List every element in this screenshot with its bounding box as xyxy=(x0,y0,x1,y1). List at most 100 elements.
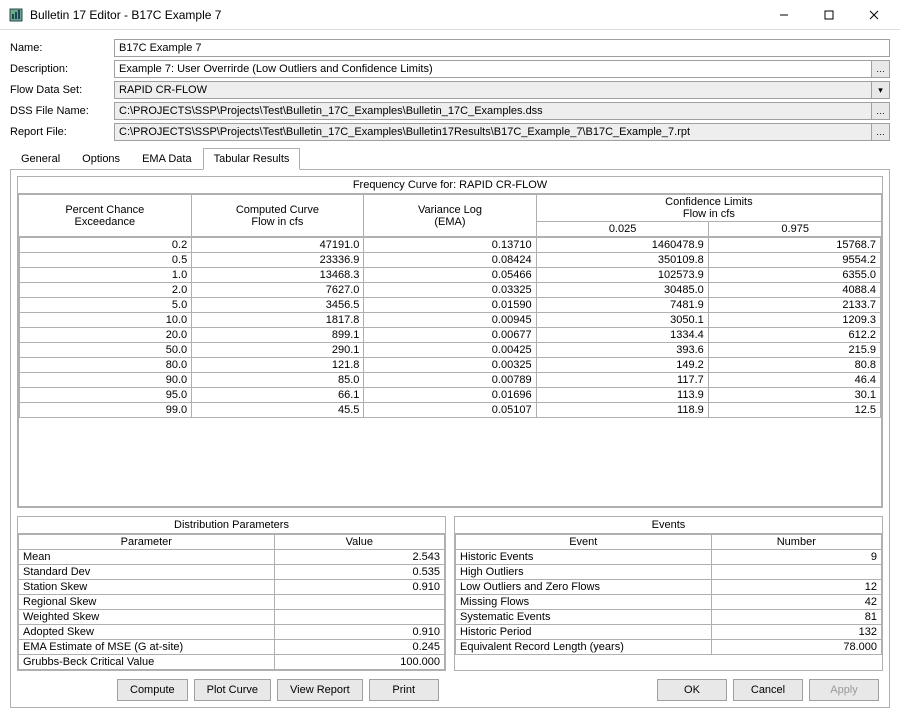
table-cell: 5.0 xyxy=(20,298,192,313)
col-number: Number xyxy=(711,535,881,550)
table-cell: 132 xyxy=(711,625,881,640)
table-cell: 46.4 xyxy=(708,373,880,388)
table-cell: 12.5 xyxy=(708,403,880,418)
table-cell: 0.00677 xyxy=(364,328,536,343)
distribution-title: Distribution Parameters xyxy=(18,517,445,534)
tab-ema-data[interactable]: EMA Data xyxy=(131,148,203,170)
frequency-title: Frequency Curve for: RAPID CR-FLOW xyxy=(18,177,882,194)
description-input[interactable] xyxy=(114,60,872,78)
table-cell: EMA Estimate of MSE (G at-site) xyxy=(19,640,275,655)
close-button[interactable] xyxy=(851,1,896,29)
frequency-section: Frequency Curve for: RAPID CR-FLOW Perce… xyxy=(17,176,883,508)
name-label: Name: xyxy=(10,42,114,54)
table-row[interactable]: Regional Skew xyxy=(19,595,445,610)
table-cell: 47191.0 xyxy=(192,238,364,253)
table-row[interactable]: 95.066.10.01696113.930.1 xyxy=(20,388,881,403)
name-input[interactable] xyxy=(114,39,890,57)
table-cell: Station Skew xyxy=(19,580,275,595)
print-button[interactable]: Print xyxy=(369,679,439,701)
table-row[interactable]: Standard Dev0.535 xyxy=(19,565,445,580)
table-row[interactable]: Systematic Events81 xyxy=(456,610,882,625)
maximize-button[interactable] xyxy=(806,1,851,29)
plot-curve-button[interactable]: Plot Curve xyxy=(194,679,271,701)
distribution-section: Distribution Parameters Parameter Value … xyxy=(17,516,446,671)
table-cell: Systematic Events xyxy=(456,610,712,625)
table-cell: Grubbs-Beck Critical Value xyxy=(19,655,275,670)
col-parameter: Parameter xyxy=(19,535,275,550)
table-row[interactable]: Grubbs-Beck Critical Value100.000 xyxy=(19,655,445,670)
reportfile-input[interactable] xyxy=(114,123,872,141)
table-row[interactable]: 0.247191.00.137101460478.915768.7 xyxy=(20,238,881,253)
table-cell: 80.8 xyxy=(708,358,880,373)
table-row[interactable]: Low Outliers and Zero Flows12 xyxy=(456,580,882,595)
table-row[interactable]: Mean2.543 xyxy=(19,550,445,565)
view-report-button[interactable]: View Report xyxy=(277,679,363,701)
table-row[interactable]: 20.0899.10.006771334.4612.2 xyxy=(20,328,881,343)
table-cell: 0.05466 xyxy=(364,268,536,283)
table-cell: 2.543 xyxy=(274,550,444,565)
table-row[interactable]: Historic Events9 xyxy=(456,550,882,565)
table-cell: 30.1 xyxy=(708,388,880,403)
table-row[interactable]: Equivalent Record Length (years)78.000 xyxy=(456,640,882,655)
table-row[interactable]: 0.523336.90.08424350109.89554.2 xyxy=(20,253,881,268)
table-cell: 45.5 xyxy=(192,403,364,418)
table-cell: 0.245 xyxy=(274,640,444,655)
table-row[interactable]: 2.07627.00.0332530485.04088.4 xyxy=(20,283,881,298)
reportfile-ellipsis-button[interactable]: … xyxy=(872,123,890,141)
table-row[interactable]: Historic Period132 xyxy=(456,625,882,640)
flowdataset-chevron-down-icon[interactable]: ▾ xyxy=(872,81,890,99)
table-row[interactable]: 5.03456.50.015907481.92133.7 xyxy=(20,298,881,313)
tab-tabular-results[interactable]: Tabular Results xyxy=(203,148,301,170)
description-ellipsis-button[interactable]: … xyxy=(872,60,890,78)
table-row[interactable]: 50.0290.10.00425393.6215.9 xyxy=(20,343,881,358)
table-cell: 899.1 xyxy=(192,328,364,343)
table-cell: Mean xyxy=(19,550,275,565)
table-cell: 0.00425 xyxy=(364,343,536,358)
cancel-button[interactable]: Cancel xyxy=(733,679,803,701)
table-row[interactable]: Adopted Skew0.910 xyxy=(19,625,445,640)
table-cell: 90.0 xyxy=(20,373,192,388)
table-cell: 3050.1 xyxy=(536,313,708,328)
table-row[interactable]: Station Skew0.910 xyxy=(19,580,445,595)
tab-general[interactable]: General xyxy=(10,148,71,170)
table-cell: Historic Events xyxy=(456,550,712,565)
flowdataset-select[interactable] xyxy=(114,81,872,99)
table-row[interactable]: EMA Estimate of MSE (G at-site)0.245 xyxy=(19,640,445,655)
col-value: Value xyxy=(274,535,444,550)
table-row[interactable]: 90.085.00.00789117.746.4 xyxy=(20,373,881,388)
flowdataset-label: Flow Data Set: xyxy=(10,84,114,96)
col-percent-chance: Percent ChanceExceedance xyxy=(19,195,192,237)
dssfile-input[interactable] xyxy=(114,102,872,120)
table-cell: 1817.8 xyxy=(192,313,364,328)
apply-button[interactable]: Apply xyxy=(809,679,879,701)
table-cell: 290.1 xyxy=(192,343,364,358)
table-cell: 13468.3 xyxy=(192,268,364,283)
table-row[interactable]: 99.045.50.05107118.912.5 xyxy=(20,403,881,418)
table-row[interactable]: Missing Flows42 xyxy=(456,595,882,610)
ok-button[interactable]: OK xyxy=(657,679,727,701)
table-cell: 350109.8 xyxy=(536,253,708,268)
minimize-button[interactable] xyxy=(761,1,806,29)
table-cell: 121.8 xyxy=(192,358,364,373)
table-row[interactable]: Weighted Skew xyxy=(19,610,445,625)
col-confidence-limits: Confidence LimitsFlow in cfs xyxy=(536,195,881,222)
col-conf-025: 0.025 xyxy=(536,222,709,237)
table-row[interactable]: 10.01817.80.009453050.11209.3 xyxy=(20,313,881,328)
table-cell xyxy=(274,595,444,610)
table-cell: 20.0 xyxy=(20,328,192,343)
table-cell: 0.5 xyxy=(20,253,192,268)
description-label: Description: xyxy=(10,63,114,75)
col-event: Event xyxy=(456,535,712,550)
table-cell: 50.0 xyxy=(20,343,192,358)
dssfile-ellipsis-button[interactable]: … xyxy=(872,102,890,120)
tab-options[interactable]: Options xyxy=(71,148,131,170)
table-cell: Low Outliers and Zero Flows xyxy=(456,580,712,595)
table-row[interactable]: High Outliers xyxy=(456,565,882,580)
table-row[interactable]: 1.013468.30.05466102573.96355.0 xyxy=(20,268,881,283)
table-cell: 117.7 xyxy=(536,373,708,388)
table-cell: 0.03325 xyxy=(364,283,536,298)
table-row[interactable]: 80.0121.80.00325149.280.8 xyxy=(20,358,881,373)
frequency-header-table: Percent ChanceExceedance Computed CurveF… xyxy=(18,194,882,237)
compute-button[interactable]: Compute xyxy=(117,679,188,701)
table-cell: 393.6 xyxy=(536,343,708,358)
